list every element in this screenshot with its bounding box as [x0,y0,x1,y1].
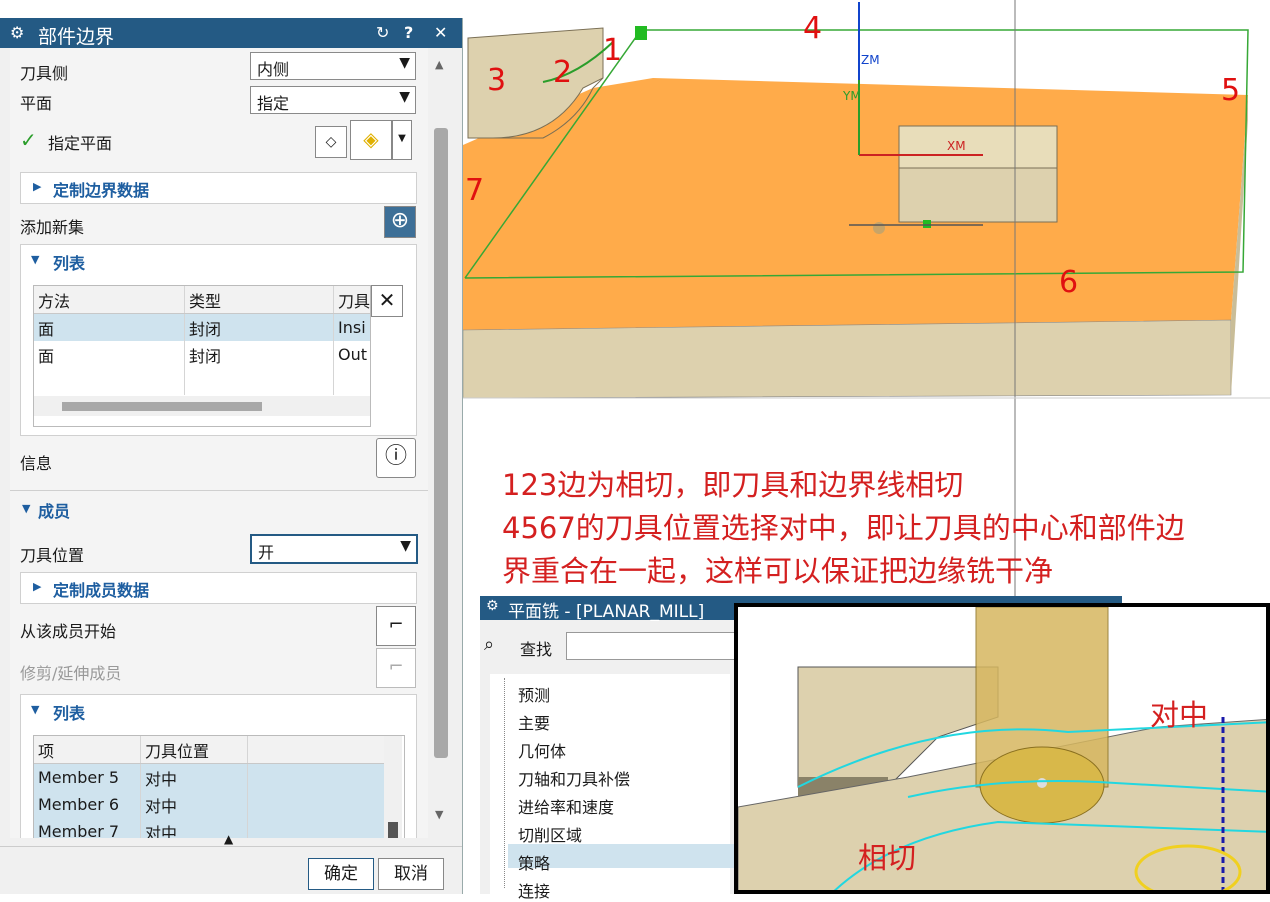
ok-button[interactable]: 确定 [308,858,374,890]
edge-mark-1: 1 [603,33,622,68]
chevron-down-icon: ▼ [399,55,410,71]
divider [0,846,462,847]
plane-options-dropdown[interactable]: ▼ [392,120,412,160]
binoculars-icon: ⌕ [484,634,495,655]
specify-plane-label: 指定平面 [48,134,113,153]
close-icon[interactable]: ✕ [434,23,447,42]
info-label: 信息 [20,454,53,473]
tree-item-cut-area[interactable]: 切削区域 [518,822,582,846]
axis-ym-label: YM [842,89,861,103]
table-row[interactable]: Member 6 对中 [34,791,387,818]
note-line-1: 123边为相切，即刀具和边界线相切 [502,468,964,502]
trim-extend-icon: ⌐ [376,648,416,688]
tool-side-label: 刀具侧 [20,64,69,83]
dialog-body: 刀具侧 内侧 ▼ 平面 指定 ▼ ✓ 指定平面 ◇ ◈ ▼ ▶ 定制边界数据 添加新… [10,48,428,838]
plane-dialog-icon[interactable]: ◇ [315,126,347,158]
scroll-down-icon[interactable]: ▼ [435,808,443,821]
collapse-icon: ▼ [31,703,40,716]
tree-item-tool-axis[interactable]: 刀轴和刀具补偿 [518,766,630,790]
horizontal-scrollbar[interactable] [34,396,370,416]
table-row[interactable]: Member 5 对中 [34,763,387,791]
expand-right-icon: ▶ [33,580,42,593]
cancel-button[interactable]: 取消 [378,858,444,890]
planar-mill-title: 平面铣 - [PLANAR_MILL] [508,602,705,622]
part-boundary-dialog: ⚙ 部件边界 ↻ ? ✕ 刀具侧 内侧 ▼ 平面 指定 ▼ ✓ 指定平面 ◇ ◈ ▼… [0,18,463,894]
plane-label: 平面 [20,94,53,113]
note-line-2: 4567的刀具位置选择对中，即让刀具的中心和部件边 [502,511,1185,545]
members-section-header[interactable]: ▼ 成员 [10,494,428,524]
list-label: 列表 [53,254,86,273]
scrollbar-thumb[interactable] [434,128,448,758]
tree-guide [504,678,506,888]
table-row[interactable]: 面 封闭 Out [34,341,370,368]
members-list-label: 列表 [53,704,86,723]
tree-item-strategy[interactable]: 策略 [518,850,550,874]
collapse-up-icon[interactable]: ▲ [224,832,233,846]
table-row[interactable]: Member 7 对中 [34,818,387,838]
axis-xm-label: XM [947,139,966,153]
column-header-tool[interactable]: 刀具 [333,286,370,314]
tool-position-inset: 对中 相切 [734,603,1270,894]
dialog-title: 部件边界 [38,26,115,48]
gear-icon: ⚙ [10,23,25,42]
tool-position-label: 刀具位置 [20,546,85,565]
add-new-set-label: 添加新集 [20,218,85,237]
tangent-label: 相切 [858,841,917,875]
reset-icon[interactable]: ↻ [376,23,389,42]
table-row[interactable]: 面 封闭 Insi [34,313,370,341]
edge-mark-3: 3 [487,63,506,98]
scrollbar-thumb[interactable] [62,402,262,411]
tree-item-feeds[interactable]: 进给率和速度 [518,794,614,818]
expand-right-icon: ▶ [33,180,42,193]
tree-item-predict[interactable]: 预测 [518,682,550,706]
help-icon[interactable]: ? [404,23,413,42]
list-panel: ▼ 列表 方法 类型 刀具 面 封闭 Insi 面 封闭 Out ✕ [20,244,417,436]
add-new-set-button[interactable]: ⊕ [384,206,416,238]
start-member-icon[interactable]: ⌐ [376,606,416,646]
trim-extend-label: 修剪/延伸成员 [20,664,122,683]
edge-mark-7: 7 [465,173,484,208]
divider [10,490,428,491]
edge-mark-5: 5 [1221,73,1240,108]
gear-icon: ⚙ [486,598,499,614]
edge-mark-6: 6 [1059,265,1078,300]
tree-item-connect[interactable]: 连接 [518,878,550,902]
collapse-icon: ▼ [31,253,40,266]
edge-mark-2: 2 [553,55,572,90]
check-icon: ✓ [20,128,37,152]
find-label: 查找 [520,640,553,659]
column-header-method[interactable]: 方法 [34,286,185,314]
start-from-member-label: 从该成员开始 [20,622,117,641]
members-scrollbar[interactable] [384,736,402,838]
remove-icon[interactable]: ✕ [371,285,403,317]
dialog-titlebar: ⚙ 部件边界 ↻ ? ✕ [0,18,462,48]
column-header-item[interactable]: 项 [34,736,141,764]
tree-item-main[interactable]: 主要 [518,710,550,734]
chevron-down-icon: ▼ [399,89,410,105]
plane-select[interactable]: 指定 ▼ [250,86,416,114]
axis-zm-label: ZM [861,53,880,67]
tool-side-select[interactable]: 内侧 ▼ [250,52,416,80]
scrollbar-thumb[interactable] [388,822,398,838]
center-label: 对中 [1150,698,1209,732]
chevron-down-icon: ▼ [400,538,411,554]
column-header-tool-position[interactable]: 刀具位置 [140,736,248,764]
inset-illustration [738,607,1266,890]
info-icon[interactable]: ⓘ [376,438,416,478]
note-line-3: 界重合在一起，这样可以保证把边缘铣干净 [502,554,1054,588]
collapse-icon: ▼ [22,502,31,515]
members-list-panel: ▼ 列表 项 刀具位置 Member 5 对中 Member 6 对中 Memb… [20,694,417,838]
dialog-scrollbar[interactable]: ▲ ▼ [432,58,450,828]
custom-boundary-section[interactable]: ▶ 定制边界数据 [20,172,417,204]
column-header-type[interactable]: 类型 [184,286,334,314]
custom-member-section[interactable]: ▶ 定制成员数据 [20,572,417,604]
inferred-plane-icon[interactable]: ◈ [350,120,392,160]
tool-position-select[interactable]: 开 ▼ [250,534,418,564]
scroll-up-icon[interactable]: ▲ [435,58,443,71]
edge-mark-4: 4 [803,11,822,46]
tree-item-geometry[interactable]: 几何体 [518,738,566,762]
members-table: 项 刀具位置 Member 5 对中 Member 6 对中 Member 7 [33,735,405,838]
boundary-table: 方法 类型 刀具 面 封闭 Insi 面 封闭 Out [33,285,371,427]
